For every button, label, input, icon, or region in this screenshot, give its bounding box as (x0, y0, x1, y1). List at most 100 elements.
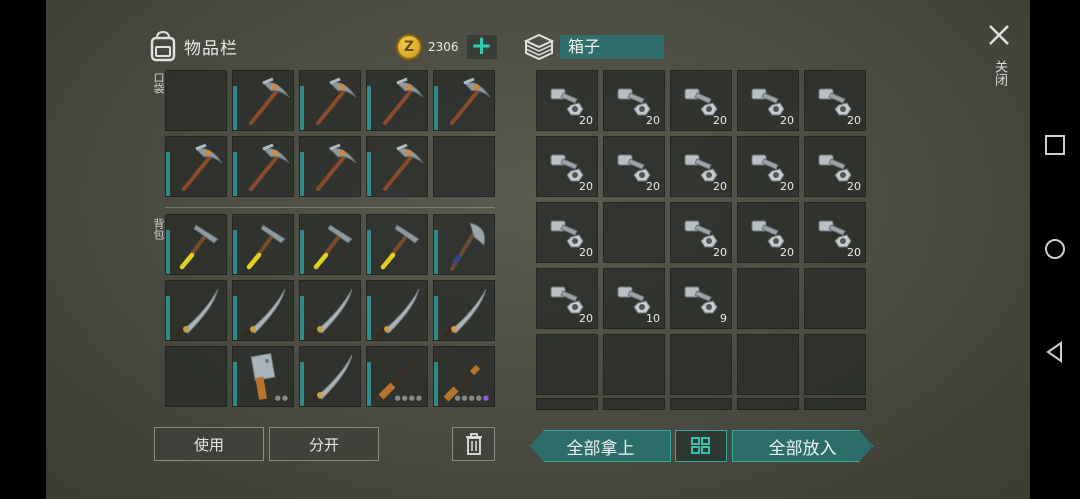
money-display: Z 2306 + (396, 33, 497, 60)
pocket-slot[interactable] (232, 70, 294, 131)
pocket-label: 口袋 (152, 72, 165, 94)
box-grid: 20 20 20 20 20 20 20 20 20 20 20 20 20 20 20 10 9 (536, 70, 866, 395)
backpack-slot[interactable]: ●●●●● (433, 346, 495, 407)
hammer-icon (246, 224, 286, 270)
item-quantity: 20 (646, 114, 660, 127)
backpack-slot[interactable] (433, 214, 495, 275)
pocket-slot[interactable] (165, 136, 227, 197)
box-slot[interactable]: 9 (670, 268, 732, 329)
item-quantity: 9 (720, 312, 727, 325)
take-all-button[interactable]: 全部拿上 (530, 430, 671, 462)
backpack-slot[interactable] (299, 280, 361, 341)
close-icon (989, 25, 1009, 45)
box-slot[interactable] (804, 268, 866, 329)
box-slot[interactable]: 20 (804, 70, 866, 131)
backpack-slot[interactable] (232, 214, 294, 275)
box-slot[interactable] (737, 268, 799, 329)
box-slot[interactable]: 20 (804, 202, 866, 263)
box-slot[interactable] (536, 398, 598, 410)
box-slot[interactable]: 20 (536, 202, 598, 263)
box-slot[interactable]: 20 (804, 136, 866, 197)
split-button[interactable]: 分开 (269, 427, 379, 461)
item-quantity: 20 (780, 180, 794, 193)
home-icon[interactable] (1044, 238, 1066, 260)
backpack-label: 背包 (152, 218, 165, 240)
pocket-slot[interactable] (366, 70, 428, 131)
item-quantity: 20 (847, 180, 861, 193)
backpack-slot[interactable] (433, 280, 495, 341)
item-mod-dots: ●●●●● (454, 394, 490, 402)
box-grid-next-row (536, 398, 866, 410)
backpack-slot[interactable] (232, 280, 294, 341)
backpack-slot[interactable] (165, 280, 227, 341)
put-all-button[interactable]: 全部放入 (732, 430, 873, 462)
box-slot[interactable]: 20 (670, 202, 732, 263)
item-quantity: 20 (579, 246, 593, 259)
pocket-slot[interactable] (299, 70, 361, 131)
backpack-slot[interactable] (165, 346, 227, 407)
box-slot[interactable]: 20 (536, 136, 598, 197)
box-icon (523, 33, 555, 61)
box-slot[interactable] (603, 398, 665, 410)
backpack-slot[interactable] (366, 280, 428, 341)
box-slot[interactable] (804, 398, 866, 410)
box-slot[interactable] (603, 334, 665, 395)
backpack-slot[interactable] (299, 214, 361, 275)
axe-icon (450, 222, 486, 271)
backpack-grid: ●● ●●●● ●●●●● (165, 214, 495, 407)
pocket-slot[interactable] (299, 136, 361, 197)
box-slot[interactable] (603, 202, 665, 263)
sort-button[interactable] (675, 430, 727, 462)
backpack-slot[interactable]: ●● (232, 346, 294, 407)
pickaxe-icon (316, 143, 357, 191)
box-header: 箱子 (522, 32, 664, 62)
close-label: 关闭 (992, 60, 1007, 86)
backpack-slot[interactable] (366, 214, 428, 275)
pocket-slot[interactable] (433, 70, 495, 131)
item-mod-dots: ●●●● (394, 394, 423, 402)
pocket-slot[interactable] (165, 70, 227, 131)
use-label: 使用 (193, 435, 224, 454)
box-slot[interactable]: 20 (536, 268, 598, 329)
trash-button[interactable] (452, 427, 495, 461)
pickaxe-icon (316, 77, 357, 125)
item-quantity: 10 (646, 312, 660, 325)
hammer-icon (380, 224, 420, 270)
box-slot[interactable] (670, 398, 732, 410)
box-slot[interactable]: 20 (670, 70, 732, 131)
box-slot[interactable] (670, 334, 732, 395)
backpack-slot[interactable] (165, 214, 227, 275)
backpack-slot[interactable] (299, 346, 361, 407)
box-slot[interactable]: 20 (737, 136, 799, 197)
box-slot[interactable] (536, 334, 598, 395)
box-slot[interactable]: 20 (737, 202, 799, 263)
trash-icon (465, 433, 482, 455)
inventory-title: 物品栏 (184, 38, 238, 59)
hammer-icon (313, 224, 353, 270)
recent-apps-icon[interactable] (1044, 134, 1066, 156)
item-quantity: 20 (579, 180, 593, 193)
item-quantity: 20 (713, 114, 727, 127)
box-slot[interactable]: 10 (603, 268, 665, 329)
box-slot[interactable]: 20 (536, 70, 598, 131)
item-quantity: 20 (847, 246, 861, 259)
box-slot[interactable]: 20 (603, 70, 665, 131)
use-button[interactable]: 使用 (154, 427, 264, 461)
box-slot[interactable] (737, 398, 799, 410)
add-money-button[interactable]: + (466, 33, 497, 59)
box-slot[interactable]: 20 (670, 136, 732, 197)
box-slot[interactable]: 20 (603, 136, 665, 197)
box-slot[interactable] (737, 334, 799, 395)
item-quantity: 20 (780, 114, 794, 127)
grid-sort-icon (691, 437, 710, 454)
machete-icon (308, 354, 353, 405)
pocket-slot[interactable] (433, 136, 495, 197)
backpack-slot[interactable]: ●●●● (366, 346, 428, 407)
pocket-slot[interactable] (232, 136, 294, 197)
back-icon[interactable] (1044, 341, 1066, 363)
box-slot[interactable]: 20 (737, 70, 799, 131)
box-slot[interactable] (804, 334, 866, 395)
pickaxe-icon (383, 77, 424, 125)
close-button[interactable] (986, 22, 1012, 48)
pocket-slot[interactable] (366, 136, 428, 197)
